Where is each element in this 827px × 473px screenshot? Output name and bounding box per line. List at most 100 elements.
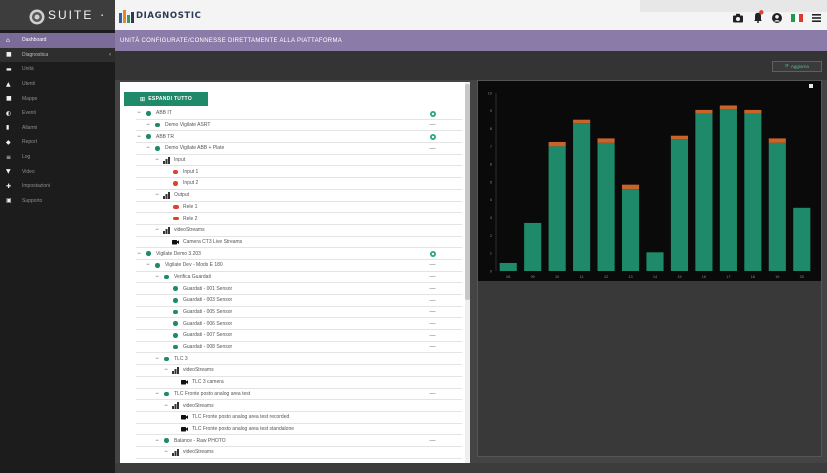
tree-row[interactable]: Guardati - 008 Sensor — (136, 342, 462, 354)
collapse-toggle-icon[interactable]: − (163, 367, 169, 373)
tree-row[interactable]: Input 1 (136, 166, 462, 179)
scrollbar-thumb[interactable] (465, 84, 470, 300)
sidebar-item-0[interactable]: ⌂ Dashboard (0, 33, 115, 48)
y-tick-label: 5 (490, 180, 492, 184)
bar-5[interactable] (621, 189, 640, 271)
tree-row[interactable]: − videoStreams (136, 400, 462, 412)
bar-8[interactable] (695, 113, 713, 271)
bar-cap-7[interactable] (670, 135, 689, 140)
tree-row[interactable]: Rele 1 (136, 202, 462, 214)
bar-cap-4[interactable] (597, 138, 615, 143)
bar-0[interactable] (499, 262, 517, 271)
expand-all-button[interactable]: ⊞ ESPANDI TUTTO (124, 92, 208, 106)
tree-row[interactable]: Guardati - 005 Sensor — (136, 307, 462, 319)
tree-row[interactable]: Camera CT3 Live Streams (136, 237, 462, 249)
collapse-toggle-icon[interactable]: − (136, 110, 142, 116)
bar-11[interactable] (768, 142, 786, 271)
sidebar-item-11[interactable]: ▣ Supporto (0, 194, 115, 209)
tree-row[interactable]: − Demo Vigilate ASRT — (136, 120, 462, 132)
bar-cap-8[interactable] (695, 109, 713, 114)
tree-row[interactable]: − videoStreams (136, 225, 462, 237)
collapse-toggle-icon[interactable]: − (154, 438, 160, 444)
collapse-toggle-icon[interactable]: − (145, 262, 151, 268)
collapse-toggle-icon[interactable]: − (154, 356, 160, 362)
tree-row[interactable]: − TLC 3 (136, 353, 462, 366)
tree-row[interactable]: − videoStreams (136, 447, 462, 459)
sidebar-item-8[interactable]: ≡ Log (0, 150, 115, 165)
collapse-toggle-icon[interactable]: − (163, 403, 169, 409)
sidebar-item-9[interactable]: ▼ Video (0, 164, 115, 179)
collapse-toggle-icon[interactable]: − (154, 227, 160, 233)
bar-cap-3[interactable] (573, 119, 591, 124)
bar-cap-2[interactable] (548, 141, 566, 147)
bar-cap-9[interactable] (719, 105, 737, 110)
tree-row[interactable]: − Demo Vigilate ABB + Plate — (136, 143, 462, 155)
gear-icon[interactable] (429, 110, 436, 117)
bar-cap-11[interactable] (768, 138, 786, 143)
chart-menu-icon[interactable] (809, 84, 813, 88)
sidebar-item-label: Utenti (22, 81, 36, 88)
dashboard-icon: ⌂ (6, 36, 10, 44)
tree-row[interactable]: TLC Fronte posto analog area test record… (136, 412, 462, 424)
sidebar-item-2[interactable]: ▬ Unità (0, 62, 115, 77)
italian-flag-icon[interactable] (791, 14, 803, 22)
sidebar-item-3[interactable]: ▲ Utenti (0, 77, 115, 92)
bar-cap-5[interactable] (621, 184, 640, 190)
bar-10[interactable] (744, 113, 762, 271)
tree-row[interactable]: Rele 2 (136, 213, 462, 225)
bar-2[interactable] (548, 146, 566, 271)
tree-row[interactable]: Guardati - 001 Sensor — (136, 283, 462, 295)
tree-row[interactable]: − Vigilate Dev - Mods E 180 — (136, 260, 462, 272)
collapse-toggle-icon[interactable]: − (163, 449, 169, 455)
stack-icon: ■ (6, 51, 12, 59)
chevron-left-icon[interactable]: ‹ (109, 52, 111, 58)
tree-row[interactable]: TLC 3 camera (136, 377, 462, 389)
bar-9[interactable] (719, 109, 737, 271)
collapse-toggle-icon[interactable]: − (154, 274, 160, 280)
sidebar-item-5[interactable]: ◐ Eventi (0, 106, 115, 121)
sidebar-item-7[interactable]: ◆ Report (0, 135, 115, 150)
bar-3[interactable] (573, 123, 591, 271)
gear-icon[interactable] (429, 133, 436, 140)
sidebar-item-1[interactable]: ■ Diagnostica ‹ (0, 47, 115, 63)
online-dot-icon (163, 390, 170, 397)
sidebar-item-4[interactable]: ■ Mappe (0, 91, 115, 106)
bell-icon[interactable] (753, 10, 764, 23)
sidebar-toggle-icon[interactable]: ▪ (101, 12, 103, 20)
menu-icon[interactable] (812, 14, 821, 22)
tree-row[interactable]: Guardati - 003 Sensor — (136, 295, 462, 307)
tree-row[interactable]: Guardati - 006 Sensor — (136, 318, 462, 331)
tree-row[interactable]: Guardati - 007 Sensor — (136, 330, 462, 342)
tree-row[interactable]: − ABB IT (136, 108, 462, 120)
bar-4[interactable] (597, 142, 615, 271)
refresh-button[interactable]: ⟳ Aggiorna (772, 61, 822, 72)
bar-7[interactable] (670, 139, 689, 271)
tree-row[interactable]: − Input (136, 155, 462, 167)
bar-12[interactable] (793, 207, 811, 271)
collapse-toggle-icon[interactable]: − (136, 251, 142, 257)
x-tick-label: 18 (751, 275, 755, 279)
gear-icon[interactable] (429, 250, 436, 257)
sidebar-item-6[interactable]: ▮ Allarmi (0, 121, 115, 136)
collapse-toggle-icon[interactable]: − (154, 192, 160, 198)
tree-row[interactable]: Input 2 (136, 178, 462, 190)
bar-cap-10[interactable] (744, 109, 762, 114)
tree-row[interactable]: − videoStreams (136, 365, 462, 377)
tree-row[interactable]: − Output (136, 190, 462, 202)
user-icon[interactable] (772, 13, 782, 23)
tree-row[interactable]: − Verifica Guardati — (136, 272, 462, 284)
tree-row[interactable]: − TLC Fronte posto analog area test — (136, 389, 462, 401)
tree-row[interactable]: − Balance - Raw PHOTO — (136, 435, 462, 447)
camera-icon[interactable] (733, 13, 743, 23)
bar-1[interactable] (524, 222, 542, 271)
collapse-toggle-icon[interactable]: − (136, 134, 142, 140)
sidebar-item-10[interactable]: ✚ Impostazioni (0, 179, 115, 194)
collapse-toggle-icon[interactable]: − (145, 122, 151, 128)
collapse-toggle-icon[interactable]: − (154, 391, 160, 397)
collapse-toggle-icon[interactable]: − (145, 145, 151, 151)
collapse-toggle-icon[interactable]: − (154, 157, 160, 163)
tree-row[interactable]: − Vigilate Demo 3.203 (136, 248, 462, 260)
tree-row[interactable]: TLC Fronte posto analog area test standa… (136, 424, 462, 436)
tree-row[interactable]: − ABB TR (136, 131, 462, 144)
bar-6[interactable] (646, 252, 664, 271)
